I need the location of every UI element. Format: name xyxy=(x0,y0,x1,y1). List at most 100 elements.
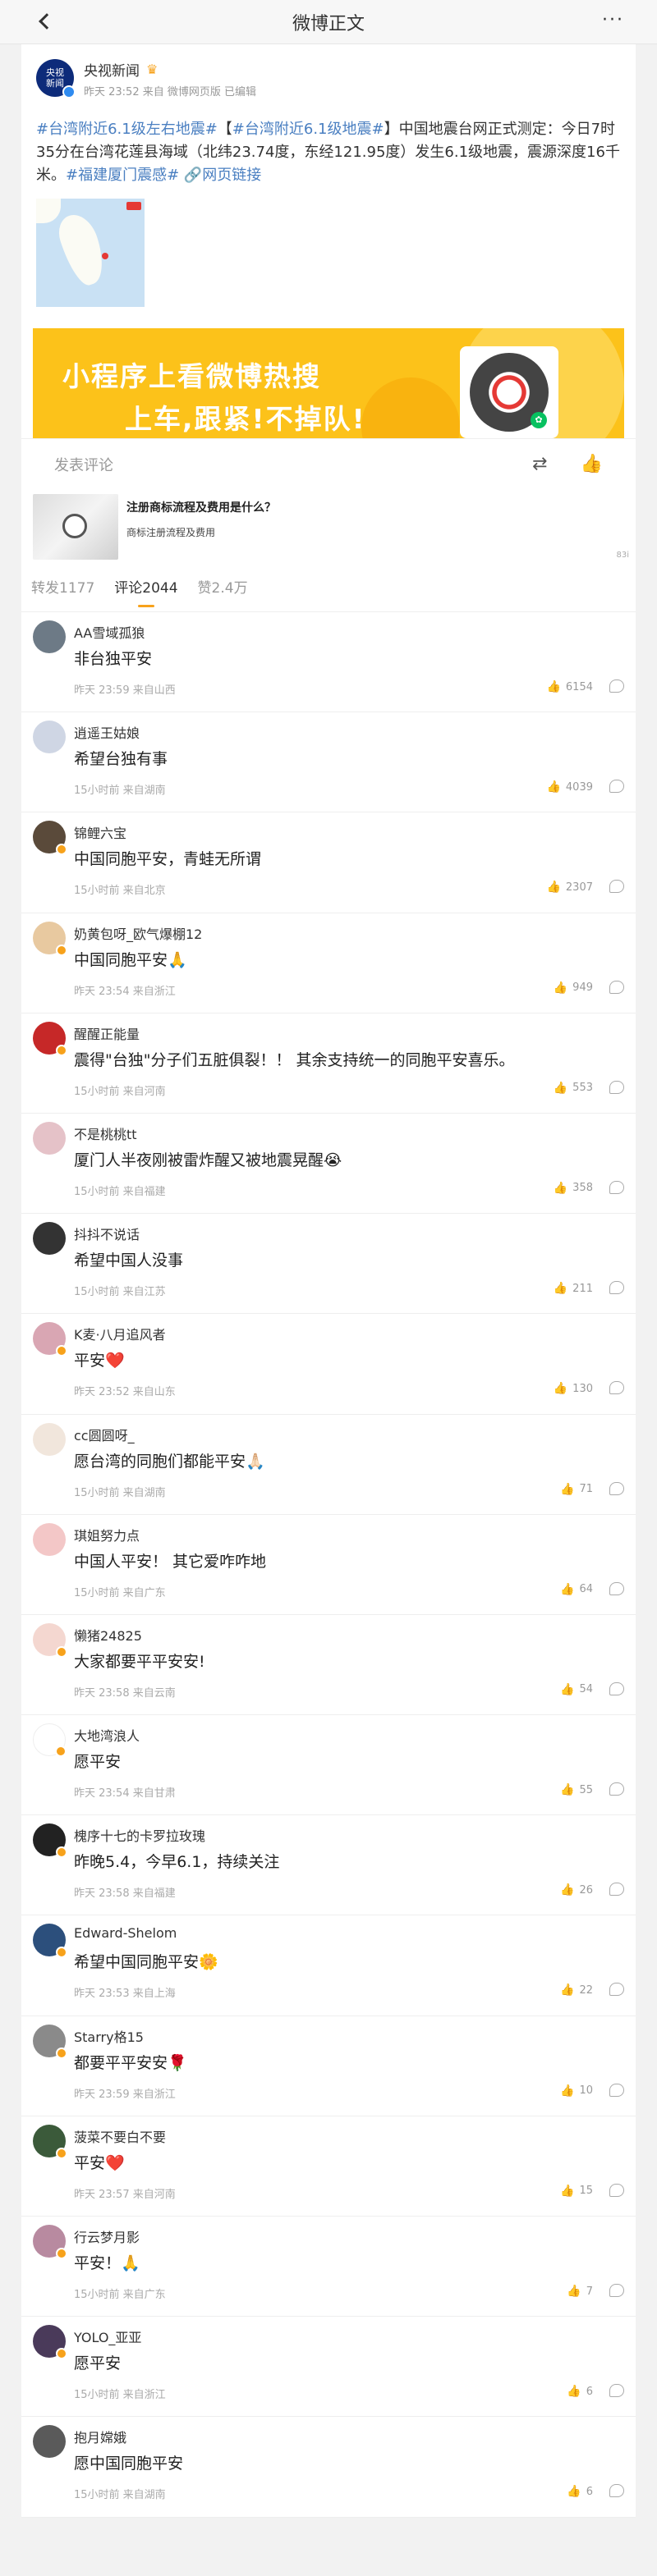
comment-input[interactable]: 发表评论 xyxy=(54,454,113,475)
author-avatar[interactable]: 央视 新闻 xyxy=(36,59,76,98)
commenter-avatar[interactable] xyxy=(33,1422,66,1456)
commenter-avatar[interactable] xyxy=(33,1823,67,1859)
commenter-avatar[interactable] xyxy=(33,721,66,754)
commenter-name[interactable]: cc圆圆呀_ xyxy=(74,1425,135,1444)
reply-bubble-icon[interactable] xyxy=(609,1080,624,1094)
comment-like-button[interactable]: 👍 130 xyxy=(554,1382,593,1395)
reply-bubble-icon[interactable] xyxy=(609,880,624,894)
reply-bubble-icon[interactable] xyxy=(609,1581,624,1595)
comment-text: 平安❤️ xyxy=(74,1352,125,1370)
commenter-avatar[interactable] xyxy=(33,1121,66,1155)
commenter-avatar[interactable] xyxy=(33,821,67,856)
reply-bubble-icon[interactable] xyxy=(609,1180,624,1194)
reply-bubble-icon[interactable] xyxy=(609,2484,624,2498)
reply-bubble-icon[interactable] xyxy=(609,1481,624,1495)
tab-likes[interactable]: 赞2.4万 xyxy=(198,565,248,612)
comment-item: cc圆圆呀_ 愿台湾的同胞们都能平安🙏🏻 15小时前 来自湖南 👍 71 xyxy=(21,1415,636,1515)
commenter-avatar[interactable] xyxy=(33,2124,67,2159)
comment-like-button[interactable]: 👍 6154 xyxy=(546,680,593,693)
ad-subtitle: 商标注册流程及费用 xyxy=(126,527,216,538)
comment-like-button[interactable]: 👍 10 xyxy=(560,2084,593,2098)
comment-like-button[interactable]: 👍 71 xyxy=(560,1483,593,1496)
commenter-avatar[interactable] xyxy=(33,2225,67,2259)
commenter-name[interactable]: 逍遥王姑娘 xyxy=(74,722,140,742)
commenter-name[interactable]: 大地湾浪人 xyxy=(74,1725,140,1745)
commenter-name[interactable]: 懒猪24825 xyxy=(74,1625,142,1645)
hashtag-link[interactable]: #福建厦门震感# xyxy=(66,167,179,184)
reply-bubble-icon[interactable] xyxy=(609,679,624,693)
comment-like-button[interactable]: 👍 6 xyxy=(567,2385,593,2398)
repost-icon[interactable]: ⇄ xyxy=(532,454,547,474)
comment-like-button[interactable]: 👍 358 xyxy=(554,1182,593,1195)
hashtag-link[interactable]: #台湾附近6.1级左右地震# xyxy=(36,121,218,138)
comment-like-button[interactable]: 👍 54 xyxy=(560,1683,593,1696)
tab-comments[interactable]: 评论2044 xyxy=(114,565,178,612)
comment-text: 厦门人半夜刚被雷炸醒又被地震晃醒😭 xyxy=(74,1151,342,1169)
reply-bubble-icon[interactable] xyxy=(609,1381,624,1395)
commenter-name[interactable]: 锦鲤六宝 xyxy=(74,822,126,842)
comment-like-button[interactable]: 👍 949 xyxy=(554,981,593,995)
comment-like-button[interactable]: 👍 2307 xyxy=(546,881,593,894)
commenter-avatar[interactable] xyxy=(33,1322,67,1357)
comment-like-button[interactable]: 👍 15 xyxy=(560,2185,593,2198)
commenter-avatar[interactable] xyxy=(33,1723,67,1758)
comment-like-button[interactable]: 👍 64 xyxy=(560,1583,593,1596)
comment-like-button[interactable]: 👍 22 xyxy=(560,1983,593,1997)
reply-bubble-icon[interactable] xyxy=(609,780,624,794)
reply-bubble-icon[interactable] xyxy=(609,2284,624,2297)
commenter-name[interactable]: 琪姐努力点 xyxy=(74,1525,140,1544)
back-button[interactable] xyxy=(33,10,56,33)
commenter-name[interactable]: Starry格15 xyxy=(74,2026,144,2046)
comment-text: 愿台湾的同胞们都能平安🙏🏻 xyxy=(74,1452,265,1471)
commenter-avatar[interactable] xyxy=(33,2325,67,2360)
hashtag-link[interactable]: #台湾附近6.1级地震# xyxy=(232,121,384,138)
commenter-avatar[interactable] xyxy=(33,1522,66,1556)
commenter-name[interactable]: 槐序十七的卡罗拉玫瑰 xyxy=(74,1825,205,1845)
commenter-avatar[interactable] xyxy=(33,1222,66,1256)
reply-bubble-icon[interactable] xyxy=(609,1983,624,1997)
reply-bubble-icon[interactable] xyxy=(609,1883,624,1897)
commenter-name[interactable]: K麦·八月追风者 xyxy=(74,1324,166,1343)
commenter-name[interactable]: 奶黄包呀_欧气爆棚12 xyxy=(74,923,202,943)
commenter-name[interactable]: 醒醒正能量 xyxy=(74,1023,140,1043)
commenter-name[interactable]: 抱月嫦娥 xyxy=(74,2427,126,2446)
commenter-name[interactable]: Edward-Shelom xyxy=(74,1925,177,1941)
mini-program-banner[interactable]: 小程序上看微博热搜 上车,跟紧!不掉队! ✿ xyxy=(33,328,624,438)
commenter-avatar[interactable] xyxy=(33,1021,67,1056)
commenter-avatar[interactable] xyxy=(33,2425,66,2459)
commenter-avatar[interactable] xyxy=(33,1924,67,1959)
commenter-name[interactable]: 菠菜不要白不要 xyxy=(74,2126,166,2146)
commenter-avatar[interactable] xyxy=(33,921,67,956)
hashtag-link[interactable]: 🔗网页链接 xyxy=(179,167,261,184)
commenter-avatar[interactable] xyxy=(33,1622,67,1658)
reply-bubble-icon[interactable] xyxy=(609,1681,624,1695)
reply-bubble-icon[interactable] xyxy=(609,1782,624,1796)
more-options-icon[interactable]: ··· xyxy=(602,11,624,30)
reply-bubble-icon[interactable] xyxy=(609,1281,624,1295)
comment-like-button[interactable]: 👍 26 xyxy=(560,1883,593,1897)
comment-like-button[interactable]: 👍 553 xyxy=(554,1082,593,1095)
reply-bubble-icon[interactable] xyxy=(609,2384,624,2398)
commenter-avatar[interactable] xyxy=(33,620,66,653)
earthquake-map-image[interactable] xyxy=(36,199,145,307)
commenter-name[interactable]: YOLO_亚亚 xyxy=(74,2327,141,2346)
commenter-name[interactable]: 不是桃桃tt xyxy=(74,1123,137,1143)
sponsored-ad[interactable]: 注册商标流程及费用是什么？ 商标注册流程及费用 83i xyxy=(21,489,636,565)
thumbs-up-icon: 👍 xyxy=(553,1181,568,1195)
like-icon[interactable]: 👍 xyxy=(581,454,603,474)
commenter-name[interactable]: 抖抖不说话 xyxy=(74,1224,140,1243)
author-name[interactable]: 央视新闻 xyxy=(84,59,140,80)
comment-like-button[interactable]: 👍 4039 xyxy=(546,780,593,794)
tab-reposts[interactable]: 转发1177 xyxy=(31,565,94,612)
reply-bubble-icon[interactable] xyxy=(609,980,624,994)
verified-badge-icon xyxy=(56,1345,67,1357)
commenter-name[interactable]: AA雪域孤狼 xyxy=(74,622,145,642)
comment-like-button[interactable]: 👍 55 xyxy=(560,1783,593,1796)
comment-like-button[interactable]: 👍 6 xyxy=(567,2485,593,2498)
commenter-name[interactable]: 行云梦月影 xyxy=(74,2226,140,2246)
commenter-avatar[interactable] xyxy=(33,2024,67,2059)
reply-bubble-icon[interactable] xyxy=(609,2183,624,2197)
reply-bubble-icon[interactable] xyxy=(609,2083,624,2097)
comment-like-button[interactable]: 👍 211 xyxy=(554,1282,593,1295)
comment-like-button[interactable]: 👍 7 xyxy=(567,2285,593,2298)
